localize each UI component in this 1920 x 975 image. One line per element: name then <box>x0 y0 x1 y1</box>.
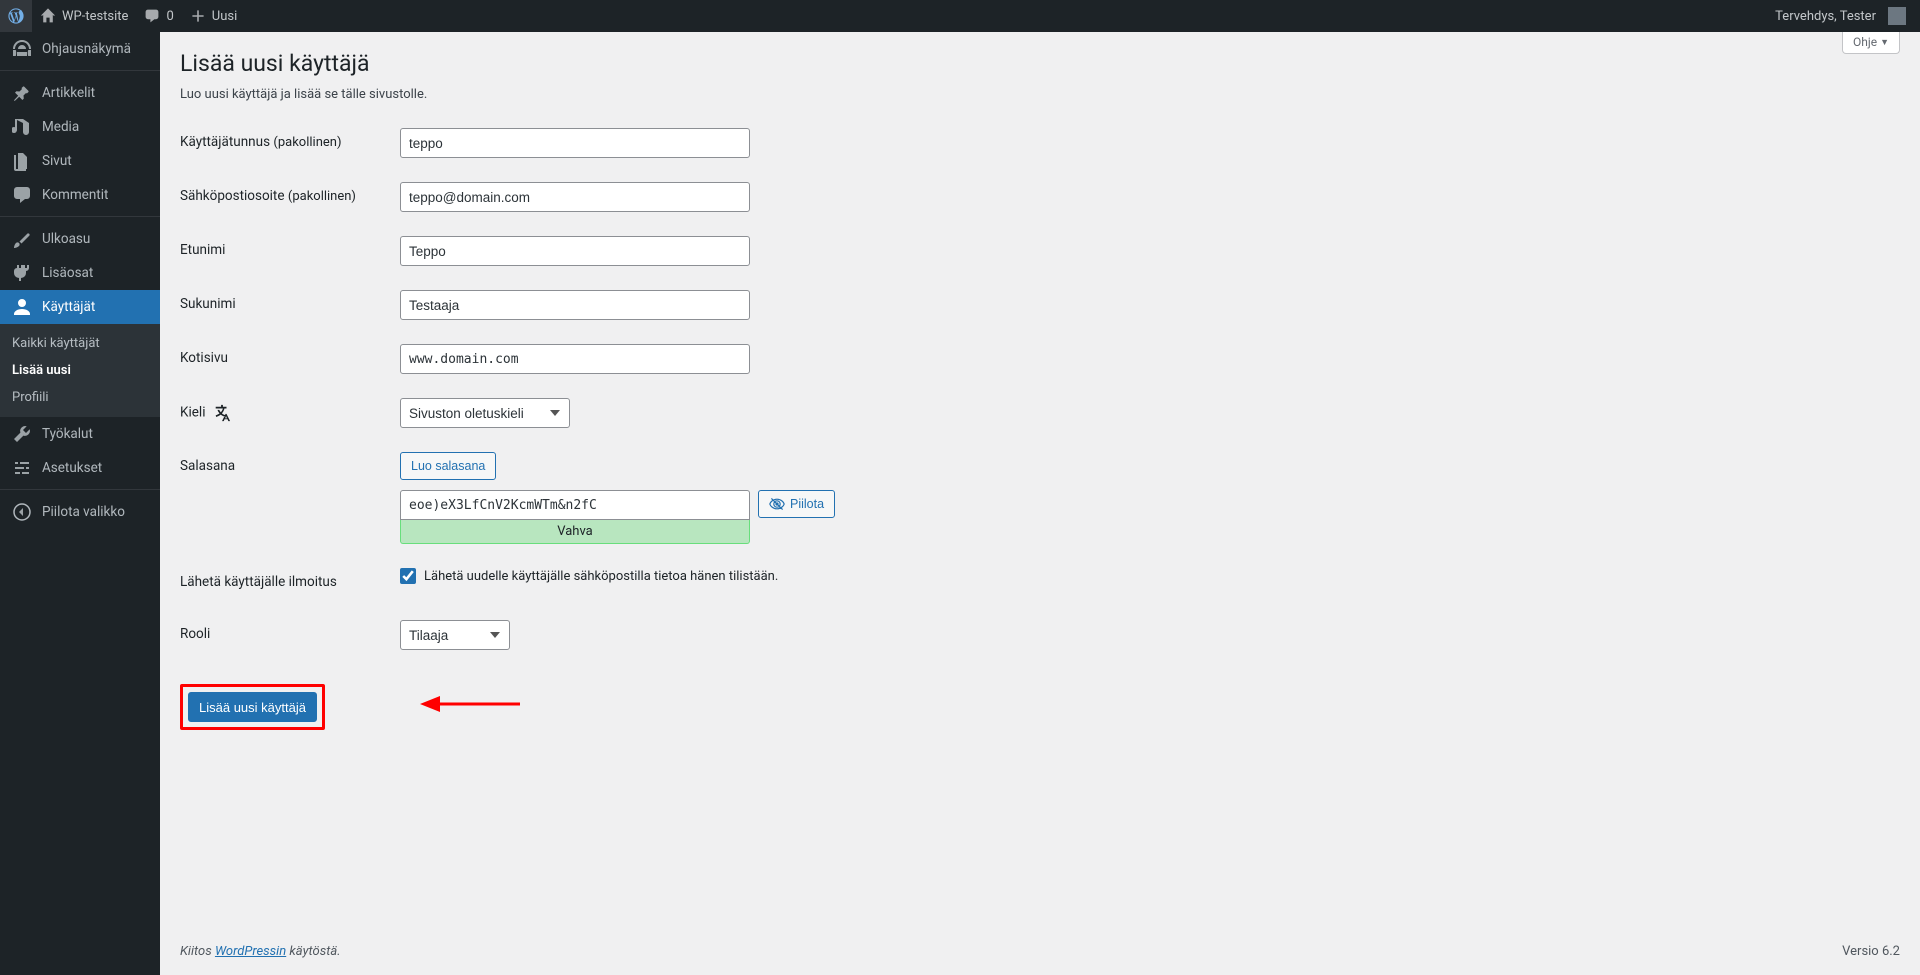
language-select[interactable]: Sivuston oletuskieli <box>400 398 570 428</box>
sidebar-item-label: Lisäosat <box>42 265 93 281</box>
sidebar-item-label: Sivut <box>42 153 72 169</box>
annotation-arrow-icon <box>420 690 520 718</box>
annotation-highlight: Lisää uusi käyttäjä <box>180 684 325 730</box>
help-toggle[interactable]: Ohje ▼ <box>1842 32 1900 54</box>
dashboard-icon <box>12 39 32 59</box>
page-title: Lisää uusi käyttäjä <box>180 50 1900 77</box>
sidebar-item-pages[interactable]: Sivut <box>0 144 160 178</box>
firstname-input[interactable] <box>400 236 750 266</box>
email-label: Sähköpostiosoite (pakollinen) <box>180 170 400 224</box>
sidebar-item-label: Ohjausnäkymä <box>42 41 131 57</box>
sidebar-item-media[interactable]: Media <box>0 110 160 144</box>
content-area: Ohje ▼ Lisää uusi käyttäjä Luo uusi käyt… <box>160 32 1920 975</box>
website-label: Kotisivu <box>180 332 400 386</box>
sidebar-item-tools[interactable]: Työkalut <box>0 417 160 451</box>
footer-thanks: Kiitos WordPressin käytöstä. <box>180 944 341 959</box>
sidebar-item-appearance[interactable]: Ulkoasu <box>0 222 160 256</box>
comment-icon <box>12 185 32 205</box>
page-description: Luo uusi käyttäjä ja lisää se tälle sivu… <box>180 87 1900 102</box>
sidebar-item-settings[interactable]: Asetukset <box>0 451 160 485</box>
sidebar-item-label: Työkalut <box>42 426 93 442</box>
sidebar-item-label: Media <box>42 119 79 135</box>
wrench-icon <box>12 424 32 444</box>
translate-icon <box>213 404 231 422</box>
sidebar-item-label: Kommentit <box>42 187 108 203</box>
sidebar-item-label: Ulkoasu <box>42 231 90 247</box>
avatar <box>1888 7 1906 25</box>
sidebar-item-users[interactable]: Käyttäjät <box>0 290 160 324</box>
site-name-link[interactable]: WP-testsite <box>32 0 136 32</box>
sidebar-item-label: Piilota valikko <box>42 504 125 520</box>
new-content-link[interactable]: Uusi <box>182 0 245 32</box>
menu-separator <box>0 212 160 217</box>
firstname-label: Etunimi <box>180 224 400 278</box>
username-label: Käyttäjätunnus (pakollinen) <box>180 116 400 170</box>
media-icon <box>12 117 32 137</box>
language-label: Kieli <box>180 386 400 440</box>
notify-checkbox-label[interactable]: Lähetä uudelle käyttäjälle sähköpostilla… <box>400 568 1890 584</box>
wordpress-link[interactable]: WordPressin <box>215 944 286 959</box>
password-input[interactable] <box>400 490 750 520</box>
website-input[interactable] <box>400 344 750 374</box>
collapse-icon <box>12 502 32 522</box>
notify-text: Lähetä uudelle käyttäjälle sähköpostilla… <box>424 569 778 584</box>
admin-toolbar: WP-testsite 0 Uusi Tervehdys, Tester <box>0 0 1920 32</box>
lastname-label: Sukunimi <box>180 278 400 332</box>
generate-password-button[interactable]: Luo salasana <box>400 452 496 480</box>
screen-meta: Ohje ▼ <box>1842 32 1900 54</box>
hide-icon <box>769 496 785 512</box>
sliders-icon <box>12 458 32 478</box>
users-submenu: Kaikki käyttäjät Lisää uusi Profiili <box>0 324 160 417</box>
submenu-all-users[interactable]: Kaikki käyttäjät <box>0 330 160 357</box>
sidebar-item-label: Käyttäjät <box>42 299 95 315</box>
notify-label: Lähetä käyttäjälle ilmoitus <box>180 556 400 608</box>
comment-icon <box>144 8 160 24</box>
sidebar-item-label: Artikkelit <box>42 85 95 101</box>
home-icon <box>40 8 56 24</box>
wordpress-icon <box>8 8 24 24</box>
account-link[interactable]: Tervehdys, Tester <box>1767 0 1914 32</box>
admin-footer: Kiitos WordPressin käytöstä. Versio 6.2 <box>160 928 1920 975</box>
greeting-text: Tervehdys, Tester <box>1775 9 1876 24</box>
notify-checkbox[interactable] <box>400 568 416 584</box>
add-user-submit-button[interactable]: Lisää uusi käyttäjä <box>188 692 317 722</box>
page-icon <box>12 151 32 171</box>
footer-version: Versio 6.2 <box>1842 944 1900 959</box>
sidebar-collapse[interactable]: Piilota valikko <box>0 495 160 529</box>
brush-icon <box>12 229 32 249</box>
sidebar-item-dashboard[interactable]: Ohjausnäkymä <box>0 32 160 66</box>
email-input[interactable] <box>400 182 750 212</box>
plus-icon <box>190 8 206 24</box>
menu-separator <box>0 66 160 71</box>
password-label: Salasana <box>180 440 400 556</box>
sidebar-item-comments[interactable]: Kommentit <box>0 178 160 212</box>
new-label: Uusi <box>212 9 237 24</box>
comments-link[interactable]: 0 <box>136 0 181 32</box>
username-input[interactable] <box>400 128 750 158</box>
chevron-down-icon: ▼ <box>1880 37 1889 48</box>
admin-sidebar: Ohjausnäkymä Artikkelit Media Sivut Komm… <box>0 32 160 975</box>
user-form: Käyttäjätunnus (pakollinen) Sähköpostios… <box>180 116 1900 662</box>
role-select[interactable]: Tilaaja <box>400 620 510 650</box>
sidebar-item-posts[interactable]: Artikkelit <box>0 76 160 110</box>
lastname-input[interactable] <box>400 290 750 320</box>
submenu-profile[interactable]: Profiili <box>0 384 160 411</box>
hide-password-button[interactable]: Piilota <box>758 490 835 518</box>
sidebar-item-label: Asetukset <box>42 460 102 476</box>
role-label: Rooli <box>180 608 400 662</box>
user-icon <box>12 297 32 317</box>
help-label: Ohje <box>1853 35 1877 49</box>
pin-icon <box>12 83 32 103</box>
plugin-icon <box>12 263 32 283</box>
password-strength: Vahva <box>400 520 750 544</box>
sidebar-item-plugins[interactable]: Lisäosat <box>0 256 160 290</box>
menu-separator <box>0 485 160 490</box>
wp-logo[interactable] <box>0 0 32 32</box>
comments-count: 0 <box>166 9 173 24</box>
site-name-text: WP-testsite <box>62 9 128 24</box>
submenu-add-new[interactable]: Lisää uusi <box>0 357 160 384</box>
